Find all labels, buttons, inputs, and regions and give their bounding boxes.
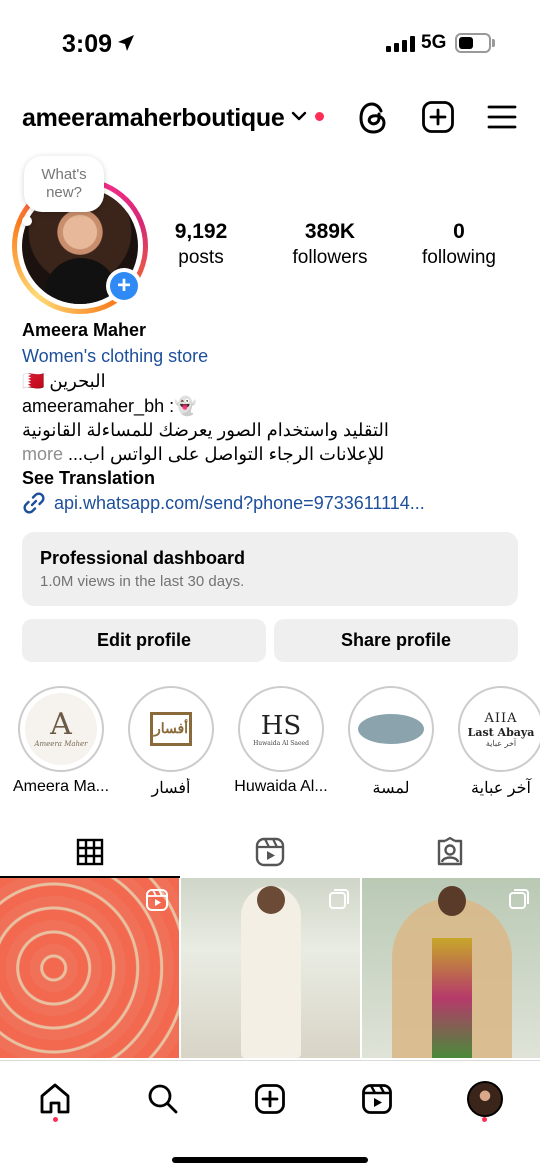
bio-line-2: more للإعلانات الرجاء التواصل على الواتس… [22,442,522,466]
highlight-afsar[interactable]: أفسار أفسار [116,686,226,798]
posts-label: posts [178,247,224,268]
bio-link[interactable]: api.whatsapp.com/send?phone=9733611114..… [22,491,522,515]
bubble-line2: new? [46,184,82,201]
highlight-label: لمسة [372,780,410,797]
search-icon [148,1084,178,1114]
create-post-icon[interactable] [421,100,455,134]
following-count: 0 [453,220,465,243]
highlight-huwaida[interactable]: HS Huwaida Al Saeed Huwaida Al... [226,686,336,796]
tagged-icon [437,837,463,866]
highlight-cover: HS Huwaida Al Saeed [238,686,324,772]
highlight-logo-hs: HS [260,710,302,741]
grid-icon [76,838,104,866]
highlight-logo-afsar: أفسار [153,721,189,737]
professional-dashboard[interactable]: Professional dashboard 1.0M views in the… [22,532,518,606]
highlight-logo-last-abaya: Last Abaya [467,725,535,739]
bubble-tail [22,216,32,226]
threads-icon[interactable] [357,100,389,136]
whats-new-bubble[interactable]: What's new? [24,156,104,212]
bubble-line1: What's [41,166,87,183]
nav-create[interactable] [248,1077,292,1121]
post-thumbnail[interactable] [362,878,540,1058]
followers-stat[interactable]: 389K followers [270,220,390,269]
status-bar: 3:09 5G [0,0,540,88]
highlight-logo-sub: Ameera Maher [34,740,88,748]
highlight-label: آخر عباية [471,780,531,797]
highlight-cover: A Ameera Maher [18,686,104,772]
highlight-cover: AIIA Last Abaya آخر عباية [458,686,540,772]
posts-stat[interactable]: 9,192 posts [141,220,261,269]
profile-header: ameeramaherboutique [0,96,540,140]
home-notification-dot [53,1117,58,1122]
network-type: 5G [421,32,447,53]
followers-label: followers [292,247,368,268]
edit-profile-button[interactable]: Edit profile [22,619,266,662]
more-link[interactable]: more [22,444,63,464]
signal-icon [386,36,415,52]
battery-cap [492,39,495,47]
dashboard-subtitle: 1.0M views in the last 30 days. [40,573,245,590]
bio-line-1: التقليد واستخدام الصور يعرضك للمساءلة ال… [22,420,389,440]
highlight-label: أفسار [151,780,191,797]
home-icon [40,1083,70,1114]
following-label: following [422,247,496,268]
create-icon [255,1084,285,1114]
post-thumbnail[interactable] [181,878,360,1058]
link-icon [23,492,45,514]
post-thumbnail[interactable] [0,878,179,1058]
highlight-cover: أفسار [128,686,214,772]
home-indicator [172,1157,368,1163]
bio-snapchat: ameeramaher_bh :👻 [22,396,197,416]
bio-location: البحرين 🇧🇭 [22,371,106,391]
highlight-logo-sub: Huwaida Al Saeed [253,739,309,747]
see-translation-link[interactable]: See Translation [22,466,522,490]
profile-category[interactable]: Women's clothing store [22,344,522,368]
carousel-icon [509,889,529,909]
reels-icon [255,837,285,867]
highlight-lamsa[interactable]: لمسة [336,686,446,798]
battery-icon [455,33,491,53]
profile-avatar-icon [467,1081,503,1117]
highlight-logo-ar: آخر عباية [485,738,517,748]
followers-count: 389K [304,220,356,243]
nav-profile[interactable] [463,1077,507,1121]
location-arrow-icon [118,35,134,51]
add-story-button[interactable]: + [106,268,142,304]
username[interactable]: ameeramaherboutique [22,104,285,133]
dashboard-title: Professional dashboard [40,548,246,568]
posts-count: 9,192 [174,220,228,243]
nav-search[interactable] [141,1077,185,1121]
post-grid [0,878,540,1058]
lamsa-logo-icon [358,714,424,744]
highlight-last-abaya[interactable]: AIIA Last Abaya آخر عباية آخر عباية [446,686,540,798]
carousel-icon [329,889,349,909]
tab-grid[interactable] [0,826,180,878]
highlight-cover [348,686,434,772]
highlight-label: Huwaida Al... [234,778,328,795]
following-stat[interactable]: 0 following [399,220,519,269]
highlight-label: Ameera Ma... [12,778,110,795]
plus-icon: + [110,272,138,300]
highlight-logo-top: AIIA [484,710,518,726]
chevron-down-icon[interactable] [290,109,308,123]
profile-tabs [0,826,540,878]
bio-link-text: api.whatsapp.com/send?phone=9733611114..… [54,493,425,513]
reel-icon [146,889,168,911]
nav-home[interactable] [33,1077,77,1121]
status-time: 3:09 [62,30,113,58]
tab-reels[interactable] [180,826,360,878]
reels-icon [362,1084,392,1114]
tab-tagged[interactable] [360,826,540,878]
highlight-logo-a: A [50,707,72,742]
bio-line-2-text: للإعلانات الرجاء التواصل على الواتس اب..… [68,444,385,464]
profile-notification-dot [482,1117,487,1122]
menu-icon[interactable] [487,104,517,130]
share-profile-button[interactable]: Share profile [274,619,518,662]
nav-reels[interactable] [355,1077,399,1121]
profile-name: Ameera Maher [22,320,147,340]
bottom-navigation [0,1060,540,1173]
notification-dot [315,112,324,121]
highlight-ameera[interactable]: A Ameera Maher Ameera Ma... [6,686,116,796]
